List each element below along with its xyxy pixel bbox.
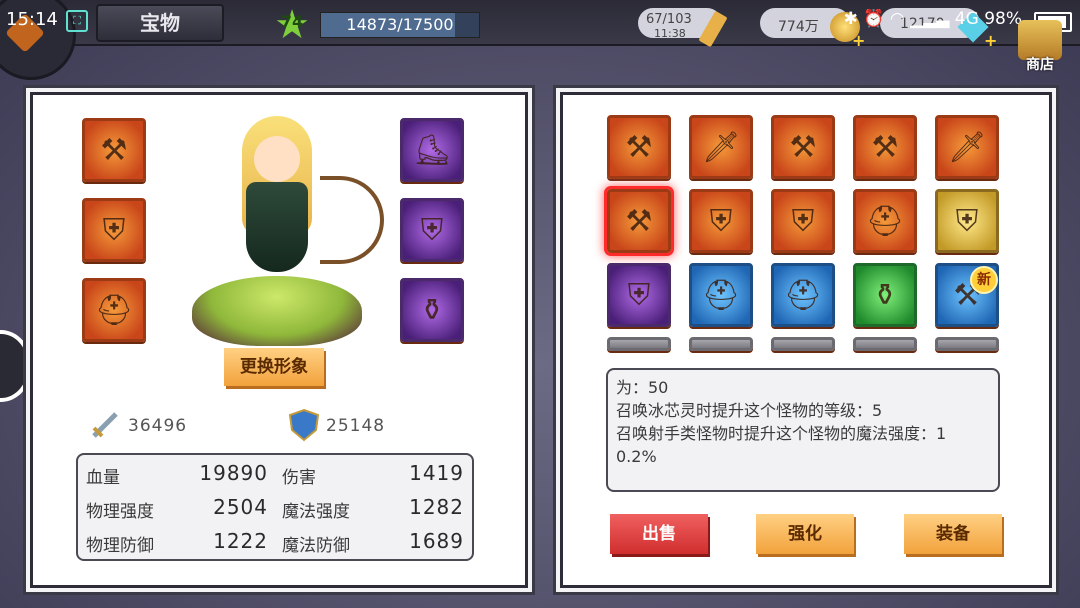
bracer-icon: ⚱ bbox=[419, 292, 445, 328]
hero-character bbox=[192, 96, 384, 346]
axe-icon: ⚒ bbox=[789, 129, 817, 165]
stats-box: 血量 19890 伤害 1419 物理强度 2504 魔法强度 1282 物理防… bbox=[76, 453, 474, 561]
page-title: 宝物 bbox=[96, 4, 224, 42]
alarm-icon: ⏰ bbox=[863, 9, 885, 29]
exp-text: 14873/17500 bbox=[346, 15, 454, 34]
helmet-icon: ⛑ bbox=[865, 203, 905, 239]
equip-slot-bracer[interactable]: ⚱ bbox=[400, 278, 464, 342]
hood-icon: ⛑ bbox=[783, 277, 823, 313]
shop-label[interactable]: 商店 bbox=[1016, 54, 1064, 74]
chest-armor-icon: ⛨ bbox=[420, 212, 444, 248]
equip-slot-armor[interactable]: ⛨ bbox=[82, 198, 146, 262]
stat-value: 1689 bbox=[409, 529, 464, 553]
chest-armor-icon: ⛨ bbox=[627, 277, 651, 313]
item-description: 为：50 召唤冰芯灵时提升这个怪物的等级：5 召唤射手类怪物时提升这个怪物的魔法… bbox=[606, 368, 1000, 492]
shield-icon bbox=[288, 408, 320, 442]
wifi-icon: ◠ bbox=[889, 9, 905, 29]
inventory-item[interactable]: ⚒ 新 bbox=[935, 263, 999, 327]
floating-island bbox=[192, 276, 362, 346]
armor-icon: ⛨ bbox=[102, 212, 126, 248]
inventory-item[interactable]: ⚒ bbox=[607, 115, 671, 179]
inventory-item[interactable]: ⛨ bbox=[771, 189, 835, 253]
stat-value: 1419 bbox=[409, 461, 464, 485]
hammer-icon: ⚒ bbox=[625, 203, 653, 239]
description-line: 为：50 bbox=[616, 378, 669, 397]
inventory-item-partial[interactable] bbox=[771, 337, 835, 351]
inventory-item[interactable]: ⛨ bbox=[689, 189, 753, 253]
description-line: 召唤冰芯灵时提升这个怪物的等级：5 bbox=[616, 401, 883, 420]
stat-label: 伤害 bbox=[282, 468, 316, 488]
stat-value: 1282 bbox=[409, 495, 464, 519]
add-gold-icon[interactable]: + bbox=[852, 33, 866, 49]
hood-icon: ⛑ bbox=[701, 277, 741, 313]
inventory-item[interactable]: ⛨ bbox=[935, 189, 999, 253]
inventory-item-selected[interactable]: ⚒ bbox=[607, 189, 671, 253]
inventory-item-partial[interactable] bbox=[607, 337, 671, 351]
equip-slot-axe[interactable]: ⚒ bbox=[82, 118, 146, 182]
status-time: 15:14 bbox=[6, 9, 58, 30]
bluetooth-icon: ✱ bbox=[843, 9, 858, 29]
inventory-item[interactable]: 🗡 bbox=[935, 115, 999, 179]
armor-icon: ⛨ bbox=[709, 203, 733, 239]
inventory-item[interactable]: ⛑ bbox=[771, 263, 835, 327]
stamina-timer: 11:38 bbox=[654, 27, 686, 40]
inventory-item[interactable]: 🗡 bbox=[689, 115, 753, 179]
gold-value: 774万 bbox=[778, 19, 819, 35]
axe-icon: ⚒ bbox=[871, 129, 899, 165]
new-badge: 新 bbox=[970, 266, 998, 294]
inventory-item[interactable]: ⚒ bbox=[853, 115, 917, 179]
stat-label: 物理防御 bbox=[86, 536, 154, 556]
inventory-item-partial[interactable] bbox=[935, 337, 999, 351]
stat-value: 1222 bbox=[213, 529, 268, 553]
boots-icon: ⛸ bbox=[412, 132, 452, 168]
hammer-icon: ⚒ bbox=[625, 129, 653, 165]
network-type: 4G bbox=[954, 9, 979, 29]
inventory-item-partial[interactable] bbox=[853, 337, 917, 351]
inventory-item[interactable]: ⛑ bbox=[853, 189, 917, 253]
signal-icon: ▁▂▃ bbox=[910, 9, 950, 29]
attack-power: 36496 bbox=[128, 416, 188, 436]
inventory-item[interactable]: ⛑ bbox=[689, 263, 753, 327]
player-level: 74 bbox=[280, 12, 304, 31]
stamina-value: 67/103 bbox=[646, 12, 692, 27]
equip-slot-boots[interactable]: ⛸ bbox=[400, 118, 464, 182]
stat-label: 魔法强度 bbox=[282, 502, 350, 522]
stat-label: 魔法防御 bbox=[282, 536, 350, 556]
equip-slot-helmet[interactable]: ⛑ bbox=[82, 278, 146, 342]
helmet-icon: ⛑ bbox=[94, 292, 134, 328]
equip-slot-chest[interactable]: ⛨ bbox=[400, 198, 464, 262]
description-line: 0.2% bbox=[616, 447, 657, 466]
add-gems-icon[interactable]: + bbox=[984, 33, 998, 49]
stat-value: 2504 bbox=[213, 495, 268, 519]
stat-label: 血量 bbox=[86, 468, 120, 488]
system-status: ✱ ⏰ ◠ ▁▂▃ 4G 98% bbox=[844, 9, 1022, 29]
sword-item-icon: 🗡 bbox=[947, 129, 987, 165]
stat-label: 物理强度 bbox=[86, 502, 154, 522]
gold-armor-icon: ⛨ bbox=[955, 203, 979, 239]
sell-button[interactable]: 出售 bbox=[610, 514, 708, 554]
inventory-item[interactable]: ⚱ bbox=[853, 263, 917, 327]
defense-power: 25148 bbox=[326, 416, 386, 436]
sword-item-icon: 🗡 bbox=[701, 129, 741, 165]
sword-icon bbox=[92, 412, 118, 438]
chest-armor-icon: ⛨ bbox=[791, 203, 815, 239]
exp-bar: 14873/17500 bbox=[320, 12, 480, 38]
screenshot-icon: ⛶ bbox=[66, 10, 88, 32]
equip-button[interactable]: 装备 bbox=[904, 514, 1002, 554]
axe-icon: ⚒ bbox=[100, 132, 128, 168]
enhance-button[interactable]: 强化 bbox=[756, 514, 854, 554]
archer-hero bbox=[232, 116, 384, 286]
change-look-button[interactable]: 更换形象 bbox=[224, 348, 324, 386]
inventory-item-partial[interactable] bbox=[689, 337, 753, 351]
battery-percent: 98% bbox=[984, 9, 1022, 29]
inventory-item[interactable]: ⚒ bbox=[771, 115, 835, 179]
inventory-item[interactable]: ⛨ bbox=[607, 263, 671, 327]
stat-value: 19890 bbox=[199, 461, 268, 485]
bracer-icon: ⚱ bbox=[872, 277, 898, 313]
description-line: 召唤射手类怪物时提升这个怪物的魔法强度：1 bbox=[616, 424, 947, 443]
